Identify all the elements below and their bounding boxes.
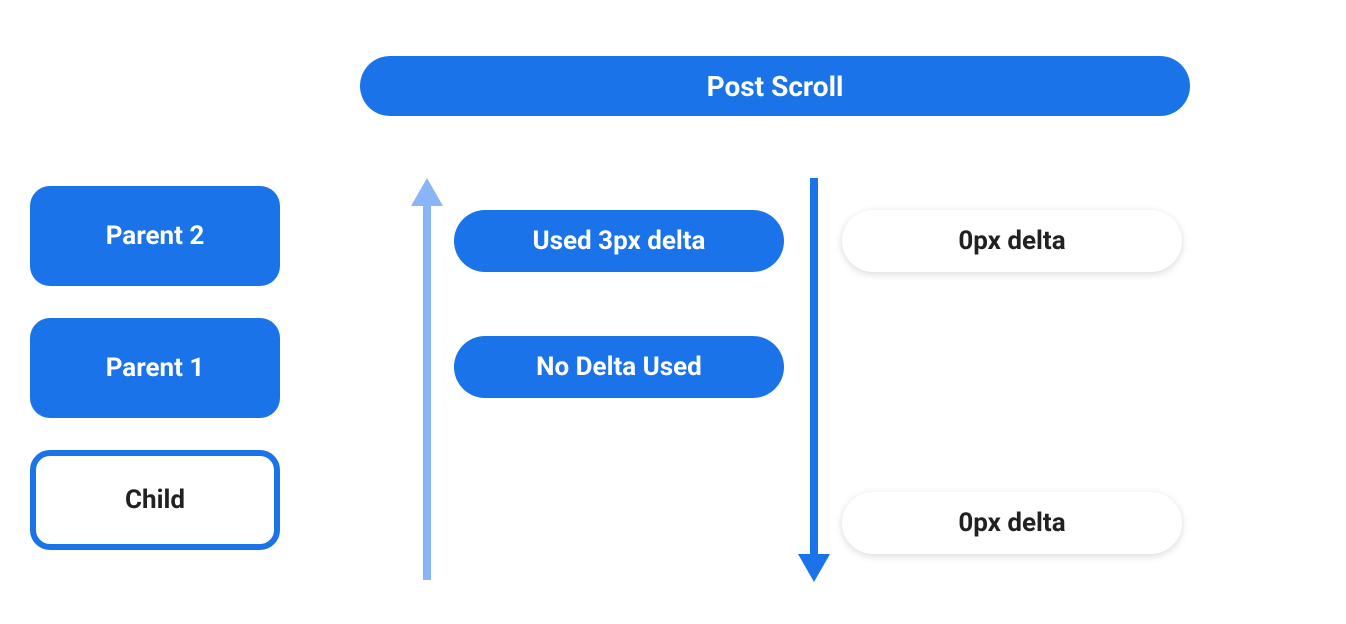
down-arrow-line	[810, 178, 818, 566]
child-label: Child	[125, 485, 185, 515]
pill-0px-delta-bottom: 0px delta	[842, 492, 1182, 554]
up-arrow-line	[423, 192, 431, 580]
header-post-scroll: Post Scroll	[360, 56, 1190, 116]
pill-no-delta-used: No Delta Used	[454, 336, 784, 398]
down-arrow-head-icon	[798, 554, 830, 582]
hierarchy-parent-1: Parent 1	[30, 318, 280, 418]
delta-0-top-label: 0px delta	[958, 226, 1065, 256]
hierarchy-child: Child	[30, 450, 280, 550]
header-title: Post Scroll	[707, 70, 844, 103]
used-3px-label: Used 3px delta	[533, 226, 706, 256]
parent-1-label: Parent 1	[106, 353, 205, 383]
hierarchy-parent-2: Parent 2	[30, 186, 280, 286]
delta-0-bottom-label: 0px delta	[958, 508, 1065, 538]
parent-2-label: Parent 2	[106, 221, 205, 251]
up-arrow-head-icon	[411, 178, 443, 206]
no-delta-label: No Delta Used	[536, 352, 702, 382]
pill-used-3px-delta: Used 3px delta	[454, 210, 784, 272]
pill-0px-delta-top: 0px delta	[842, 210, 1182, 272]
